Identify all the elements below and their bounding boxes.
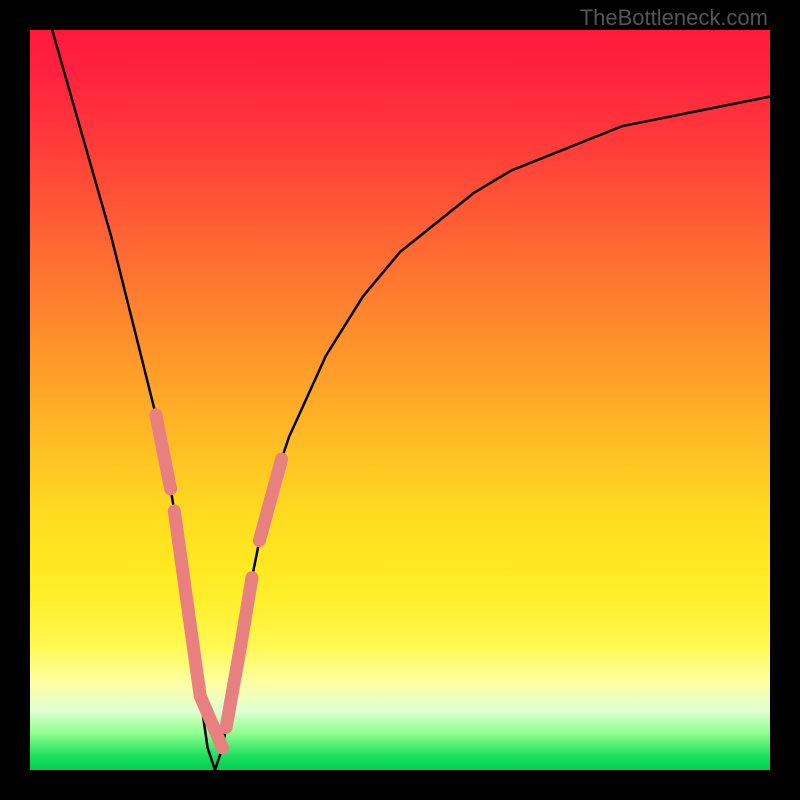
marker-segments <box>156 415 282 748</box>
marker-segment <box>241 578 252 645</box>
attribution-text: TheBottleneck.com <box>580 5 768 31</box>
marker-segment <box>259 459 281 540</box>
marker-segment <box>200 696 222 748</box>
marker-segment <box>156 415 171 489</box>
curve-svg <box>30 30 770 770</box>
chart-area <box>30 30 770 770</box>
bottleneck-curve <box>52 30 770 770</box>
marker-segment <box>226 644 241 727</box>
marker-segment <box>174 511 200 696</box>
